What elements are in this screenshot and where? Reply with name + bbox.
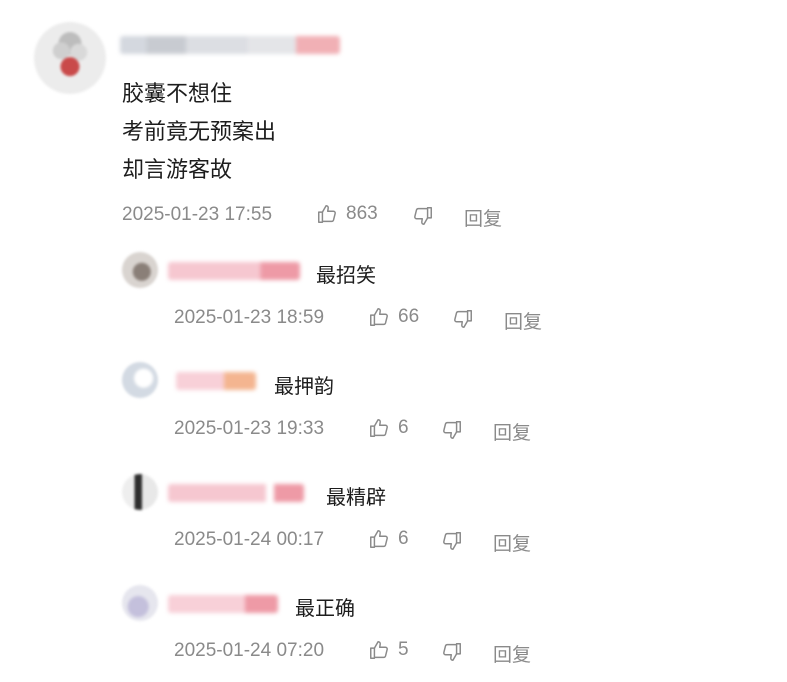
main-comment-reply-button[interactable]: 回复: [464, 204, 502, 231]
reply-3-avatar[interactable]: [122, 474, 158, 510]
main-comment-line-3: 却言游客故: [122, 158, 233, 183]
reply-4-reply-button[interactable]: 回复: [493, 640, 531, 667]
reply-3-text: 最精辟: [326, 485, 386, 509]
reply-4-timestamp: 2025-01-24 07:20: [174, 640, 325, 661]
reply-4-avatar[interactable]: [122, 585, 158, 621]
reply-3-like-count: 6: [398, 528, 409, 549]
thumbs-down-icon: [443, 643, 461, 661]
thumbs-up-icon: [370, 308, 388, 326]
reply-2-like-button[interactable]: [368, 417, 390, 443]
thumbs-down-icon: [454, 310, 472, 328]
reply-1-username-blurred[interactable]: [168, 262, 300, 280]
thumbs-down-icon: [443, 421, 461, 439]
thumbs-down-icon: [414, 207, 432, 225]
reply-3-dislike-button[interactable]: [441, 530, 463, 556]
reply-2-avatar[interactable]: [122, 362, 158, 398]
main-comment-dislike-button[interactable]: [412, 205, 434, 231]
reply-4-like-count: 5: [398, 639, 409, 660]
reply-1-like-button[interactable]: [368, 306, 390, 332]
reply-4-like-button[interactable]: [368, 639, 390, 665]
thumbs-up-icon: [370, 530, 388, 548]
reply-2-username-blurred[interactable]: [176, 372, 256, 390]
reply-2-timestamp: 2025-01-23 19:33: [174, 418, 325, 439]
main-comment-timestamp: 2025-01-23 17:55: [122, 204, 273, 225]
reply-1-like-count: 66: [398, 306, 420, 327]
reply-2-dislike-button[interactable]: [441, 419, 463, 445]
reply-1-timestamp: 2025-01-23 18:59: [174, 307, 325, 328]
main-comment-line-2: 考前竟无预案出: [122, 120, 277, 145]
reply-4-text: 最正确: [295, 596, 355, 620]
reply-4-dislike-button[interactable]: [441, 641, 463, 667]
reply-2-reply-button[interactable]: 回复: [493, 418, 531, 445]
reply-3-timestamp: 2025-01-24 00:17: [174, 529, 325, 550]
reply-4-username-blurred[interactable]: [168, 595, 278, 613]
main-comment-line-1: 胶囊不想住: [122, 82, 233, 107]
thumbs-up-icon: [370, 641, 388, 659]
reply-1-reply-button[interactable]: 回复: [504, 307, 542, 334]
reply-1-dislike-button[interactable]: [452, 308, 474, 334]
reply-3-username-blurred[interactable]: [168, 484, 304, 502]
main-comment-like-count: 863: [346, 203, 378, 224]
reply-1-text: 最招笑: [316, 263, 376, 287]
thumbs-up-icon: [318, 205, 336, 223]
main-comment-avatar[interactable]: [34, 22, 106, 94]
main-comment-username-blurred[interactable]: [120, 36, 340, 54]
reply-3-reply-button[interactable]: 回复: [493, 529, 531, 556]
thumbs-up-icon: [370, 419, 388, 437]
thumbs-down-icon: [443, 532, 461, 550]
reply-2-like-count: 6: [398, 417, 409, 438]
reply-2-text: 最押韵: [274, 374, 334, 398]
reply-1-avatar[interactable]: [122, 252, 158, 288]
main-comment-like-button[interactable]: [316, 203, 338, 229]
reply-3-like-button[interactable]: [368, 528, 390, 554]
